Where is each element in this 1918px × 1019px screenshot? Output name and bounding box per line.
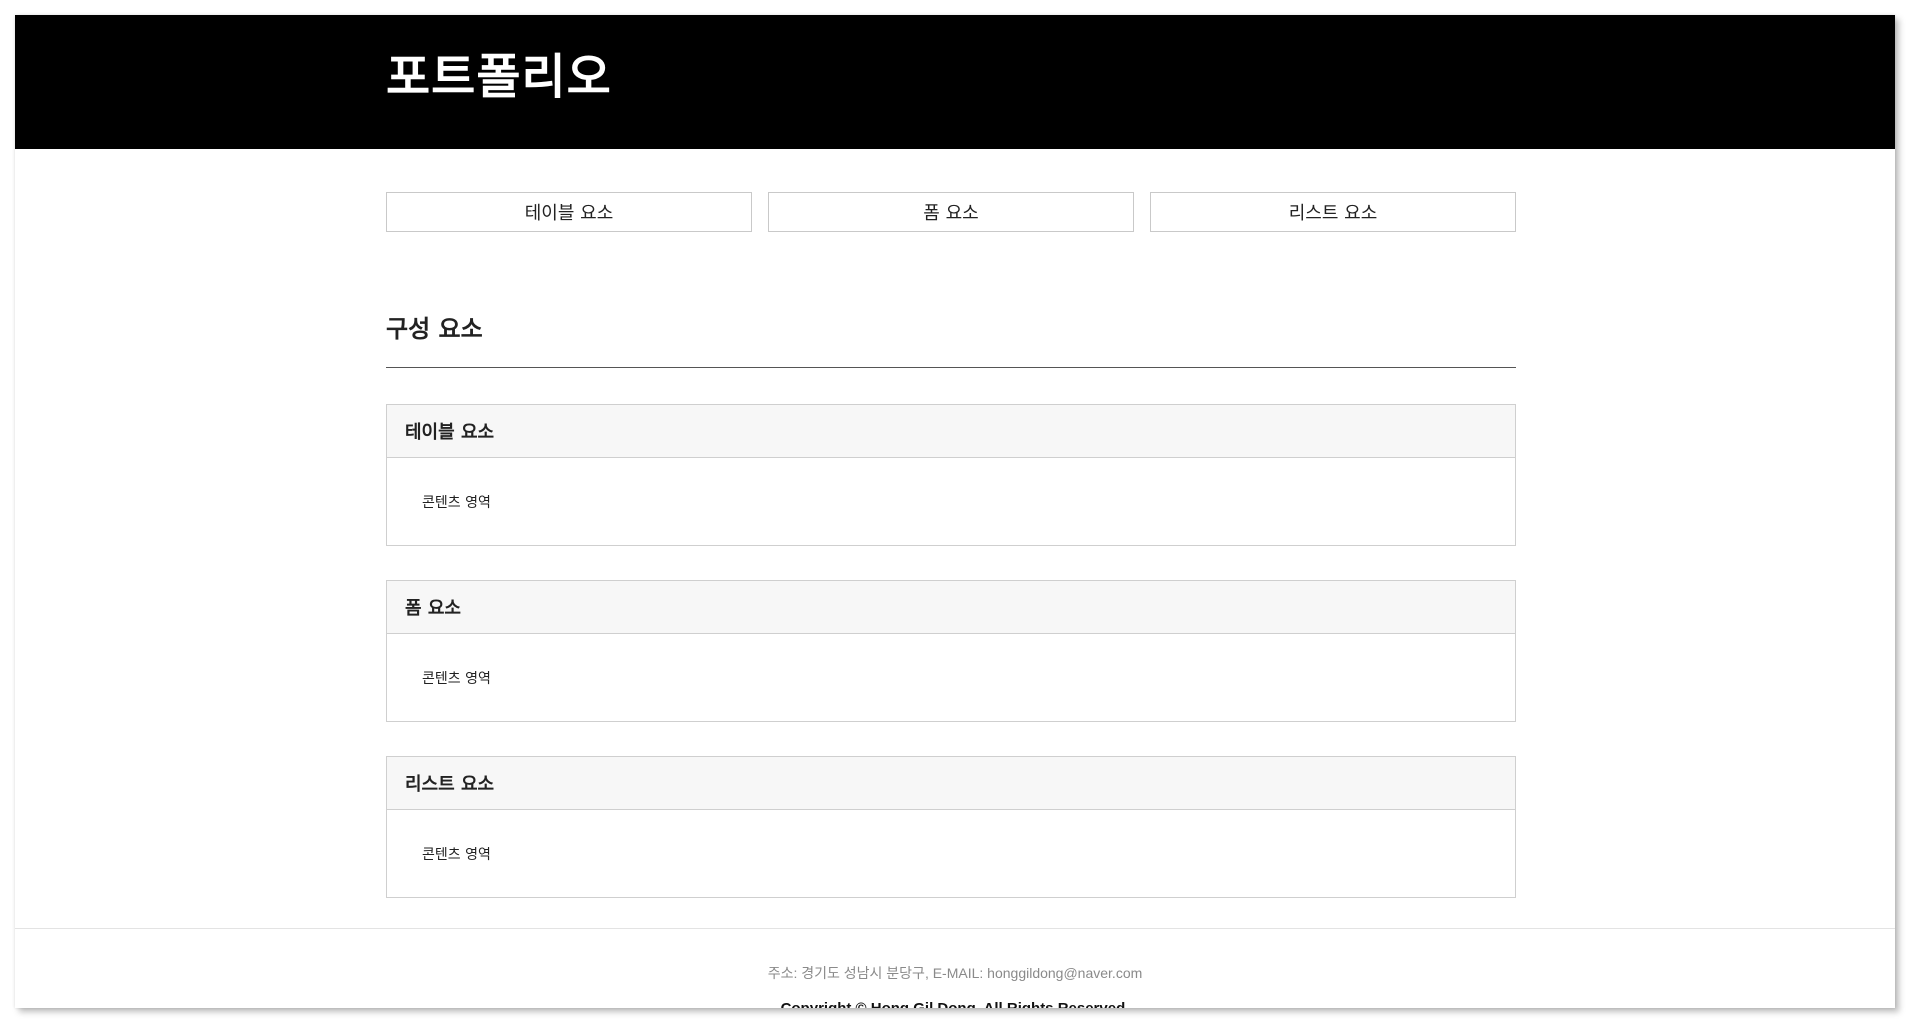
panel-table-elements: 테이블 요소 콘텐츠 영역 — [386, 404, 1516, 546]
panel-title: 폼 요소 — [387, 581, 1515, 634]
panel-content: 콘텐츠 영역 — [422, 494, 491, 511]
footer-copyright: Copyright © Hong Gil Dong. All Rights Re… — [15, 1000, 1895, 1008]
nav-button-form-elements[interactable]: 폼 요소 — [768, 192, 1134, 232]
panel-content: 콘텐츠 영역 — [422, 846, 491, 863]
panel-form-elements: 폼 요소 콘텐츠 영역 — [386, 580, 1516, 722]
panel-title: 테이블 요소 — [387, 405, 1515, 458]
panel-title: 리스트 요소 — [387, 757, 1515, 810]
site-title: 포트폴리오 — [386, 49, 612, 105]
top-nav: 테이블 요소 폼 요소 리스트 요소 — [386, 192, 1516, 232]
section-divider — [386, 367, 1516, 368]
panel-content: 콘텐츠 영역 — [422, 670, 491, 687]
section-title: 구성 요소 — [386, 315, 483, 343]
site-header: 포트폴리오 — [15, 15, 1895, 149]
panel-list-elements: 리스트 요소 콘텐츠 영역 — [386, 756, 1516, 898]
nav-button-table-elements[interactable]: 테이블 요소 — [386, 192, 752, 232]
nav-button-list-elements[interactable]: 리스트 요소 — [1150, 192, 1516, 232]
page-frame: 포트폴리오 테이블 요소 폼 요소 리스트 요소 구성 요소 테이블 요소 콘텐… — [15, 15, 1895, 1008]
site-footer: 주소: 경기도 성남시 분당구, E-MAIL: honggildong@nav… — [15, 928, 1895, 1008]
footer-address: 주소: 경기도 성남시 분당구, E-MAIL: honggildong@nav… — [767, 965, 1143, 981]
